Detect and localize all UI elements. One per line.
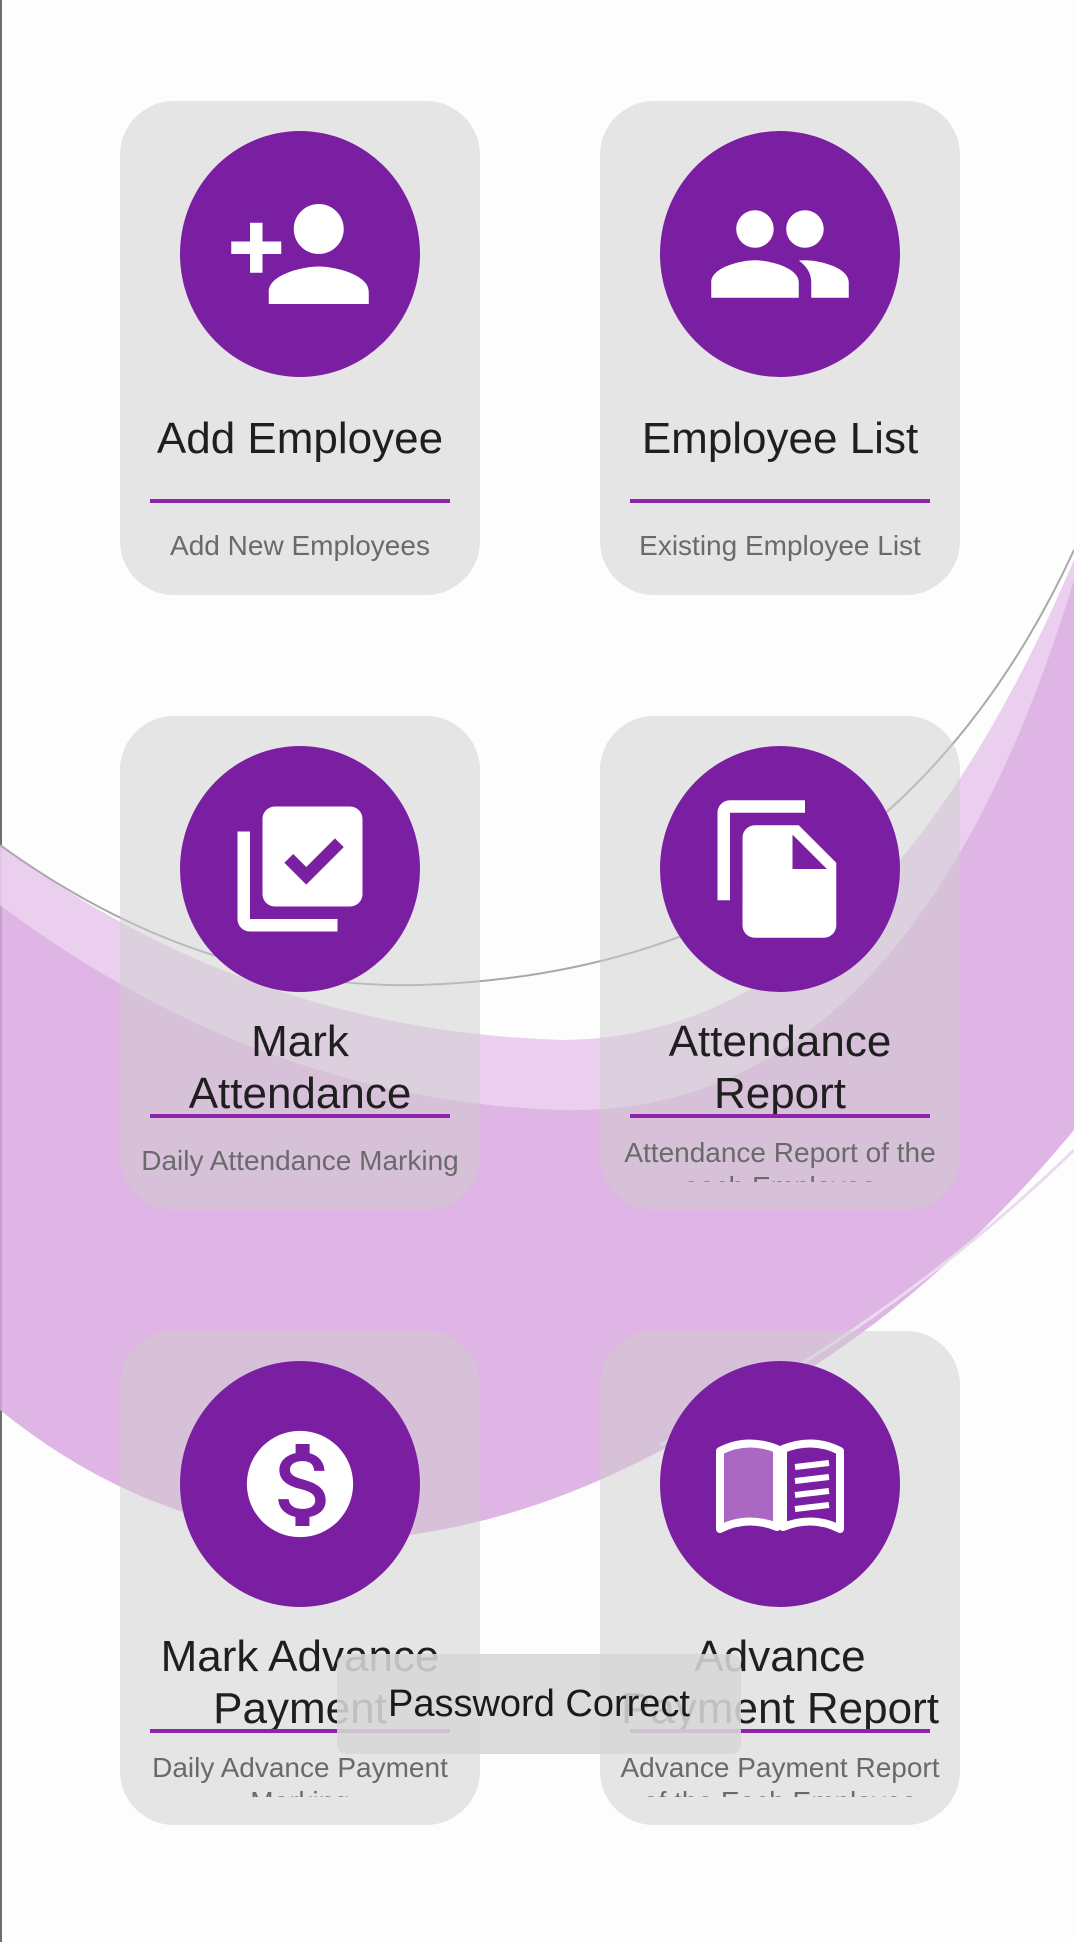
card-description: Daily Advance Payment Marking bbox=[152, 1752, 448, 1797]
card-description: Advance Payment Report of the Each Emplo… bbox=[620, 1752, 940, 1797]
card-title: Add Employee bbox=[156, 414, 444, 463]
card-title: Attendance Report bbox=[668, 1017, 892, 1118]
card-divider bbox=[150, 499, 450, 503]
left-edge-line bbox=[0, 0, 2, 1942]
card-divider bbox=[630, 499, 930, 503]
card-description: Attendance Report of the each Employee bbox=[624, 1137, 936, 1182]
toast-message: Password Correct bbox=[337, 1654, 741, 1754]
card-divider bbox=[630, 1114, 930, 1118]
card-description: Add New Employees bbox=[170, 530, 430, 561]
dollar-circle-icon bbox=[246, 1430, 354, 1538]
attendance-report-icon-circle bbox=[660, 746, 900, 992]
card-description: Daily Attendance Marking bbox=[141, 1145, 459, 1176]
add-employee-icon-circle bbox=[180, 131, 420, 377]
card-title: Mark Attendance bbox=[188, 1017, 412, 1118]
person-add-icon bbox=[231, 204, 369, 304]
mark-attendance-card[interactable]: Mark Attendance Daily Attendance Marking bbox=[120, 716, 480, 1210]
add-employee-card[interactable]: Add Employee Add New Employees bbox=[120, 101, 480, 595]
copy-document-icon bbox=[717, 800, 837, 938]
people-icon bbox=[711, 210, 849, 298]
employee-list-icon-circle bbox=[660, 131, 900, 377]
card-divider bbox=[150, 1114, 450, 1118]
library-check-icon bbox=[237, 806, 363, 932]
employee-list-card[interactable]: Employee List Existing Employee List bbox=[600, 101, 960, 595]
mark-advance-payment-icon-circle bbox=[180, 1361, 420, 1607]
card-description: Existing Employee List bbox=[639, 530, 921, 561]
advance-payment-report-icon-circle bbox=[660, 1361, 900, 1607]
attendance-report-card[interactable]: Attendance Report Attendance Report of t… bbox=[600, 716, 960, 1210]
mark-attendance-icon-circle bbox=[180, 746, 420, 992]
open-book-icon bbox=[716, 1439, 844, 1533]
card-title: Employee List bbox=[641, 414, 919, 463]
